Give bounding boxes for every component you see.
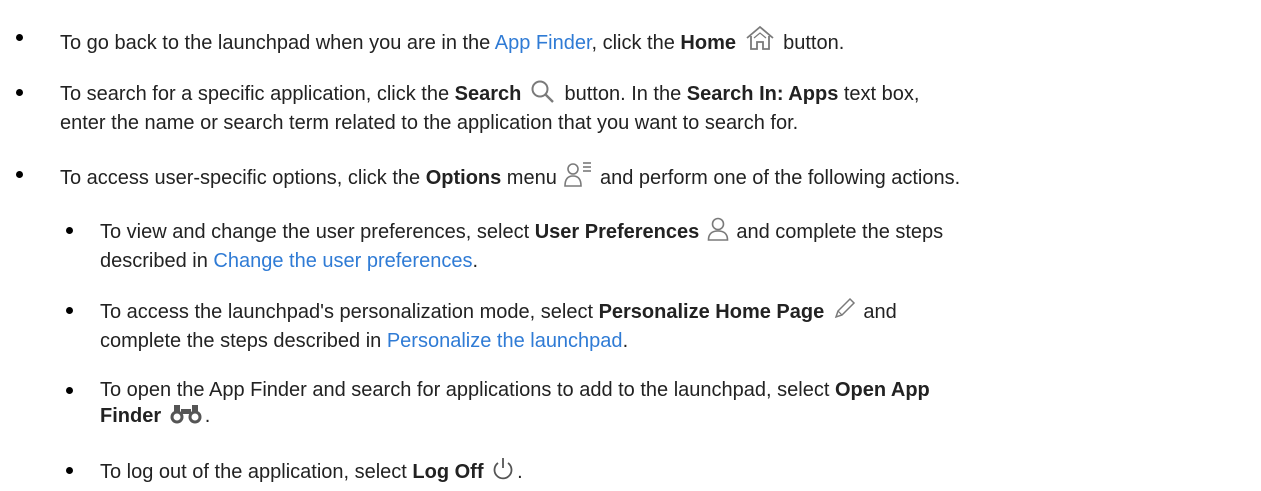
list-item-log-off: To log out of the application, select Lo… — [100, 457, 1250, 488]
personalize-launchpad-link[interactable]: Personalize the launchpad — [387, 330, 623, 352]
bullet — [16, 34, 23, 41]
personalize-home-page-label: Personalize Home Page — [598, 301, 825, 323]
bullet — [16, 171, 23, 178]
search-in-apps-label: Search In: Apps — [686, 83, 839, 105]
power-icon — [491, 457, 515, 488]
log-off-label: Log Off — [412, 461, 484, 483]
open-app-label: Open App — [834, 379, 930, 401]
pencil-icon — [832, 297, 856, 328]
bullet — [16, 89, 23, 96]
search-label: Search — [454, 83, 522, 105]
bullet — [66, 227, 73, 234]
options-label: Options — [425, 167, 502, 189]
list-item-home: To go back to the launchpad when you are… — [60, 24, 1250, 59]
bullet — [66, 307, 73, 314]
list-item-search: To search for a specific application, cl… — [60, 79, 1250, 136]
search-icon — [529, 79, 557, 110]
bullet — [66, 387, 73, 394]
user-menu-icon — [564, 161, 592, 194]
help-document: To go back to the launchpad when you are… — [0, 0, 1261, 491]
finder-label: Finder — [100, 405, 162, 427]
change-user-preferences-link[interactable]: Change the user preferences — [213, 250, 472, 272]
list-item-options: To access user-specific options, click t… — [60, 161, 1250, 194]
list-item-personalize: To access the launchpad's personalizatio… — [100, 297, 1250, 354]
bullet — [66, 467, 73, 474]
home-label: Home — [680, 32, 736, 54]
home-icon — [744, 24, 776, 59]
binoculars-icon — [169, 403, 203, 432]
list-item-app-finder: To open the App Finder and search for ap… — [100, 377, 1250, 432]
user-icon — [707, 217, 729, 248]
user-preferences-label: User Preferences — [534, 221, 700, 243]
list-item-user-preferences: To view and change the user preferences,… — [100, 217, 1250, 274]
app-finder-link[interactable]: App Finder — [495, 32, 592, 54]
